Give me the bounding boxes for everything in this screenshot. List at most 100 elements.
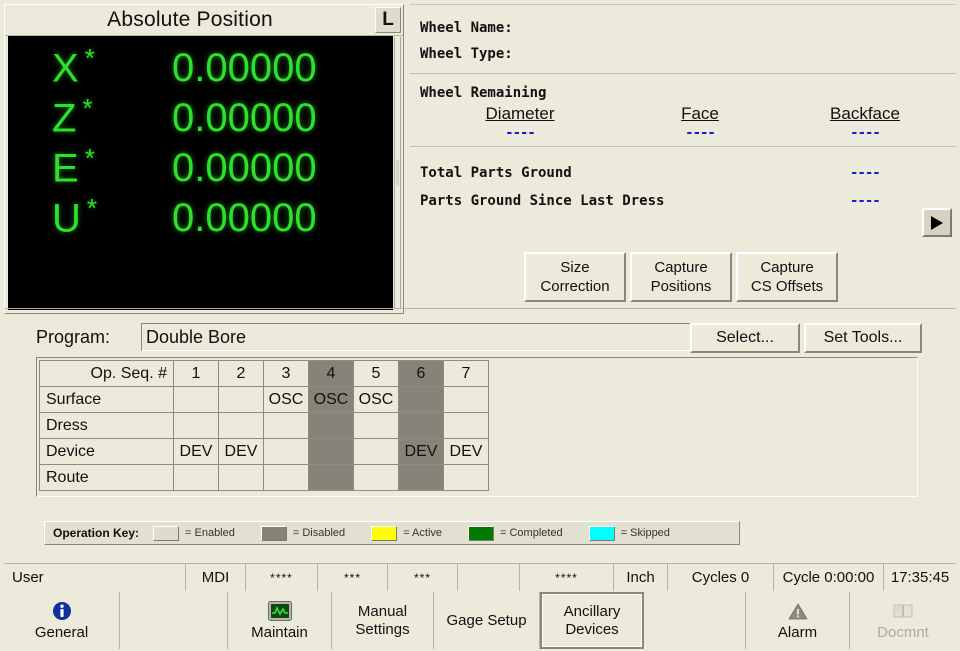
opseq-cell-surface-6[interactable] [398,386,444,413]
legend-swatch-disabled [260,525,287,541]
toolbar-maintain[interactable]: Maintain [228,592,332,649]
opseq-cell-dress-6[interactable] [398,412,444,439]
opseq-cell-device-4[interactable] [308,438,354,465]
opseq-cell-route-3[interactable] [263,464,309,491]
table-row: Dress [39,412,489,439]
toolbar-general[interactable]: General [4,592,120,649]
panel-splitter[interactable] [394,37,401,309]
opseq-cell-surface-4[interactable]: OSC [308,386,354,413]
wheel-remaining-block: Wheel Remaining Diameter Face Backface -… [410,74,956,147]
opseq-cell-route-5[interactable] [353,464,399,491]
opseq-cell-route-6[interactable] [398,464,444,491]
status-cycle-time: Cycle 0:00:00 [774,564,884,591]
status-field-3: *** [388,564,458,591]
opseq-cell-dress-2[interactable] [218,412,264,439]
size-correction-line2: Correction [540,278,610,295]
toolbar-alarm[interactable]: Alarm [746,592,850,649]
section-divider [4,308,956,309]
axis-row: Z * 0.00000 [8,86,393,140]
opseq-cell-device-2[interactable]: DEV [218,438,264,465]
status-clock: 17:35:45 [890,569,950,586]
table-row: Device DEV DEV DEV DEV [39,438,489,465]
opseq-cell-device-5[interactable] [353,438,399,465]
opseq-cell-surface-2[interactable] [218,386,264,413]
capture-cs-offsets-line2: CS Offsets [750,278,824,295]
remaining-value-diameter: ---- [505,125,536,141]
capture-cs-offsets-button[interactable]: Capture CS Offsets [736,252,838,302]
legend-label-completed: = Completed [500,527,563,539]
total-parts-ground-row: Total Parts Ground ---- [420,159,956,187]
operation-sequence-table: Op. Seq. # 1 2 3 4 5 6 7 Surface OSC OSC [39,360,489,491]
splitter-grip[interactable] [396,160,399,186]
opseq-cell-device-1[interactable]: DEV [173,438,219,465]
capture-button-row: Size Correction Capture Positions Captur… [524,252,838,302]
opseq-cell-surface-7[interactable] [443,386,489,413]
toolbar-manual-settings-label2: Settings [355,620,410,638]
select-button[interactable]: Select... [690,323,800,353]
opseq-column-header-6[interactable]: 6 [398,360,444,387]
axis-label: Z * [52,93,93,141]
opseq-corner-header: Op. Seq. # [39,360,174,387]
wheel-name-label: Wheel Name: [420,20,513,36]
opseq-cell-dress-7[interactable] [443,412,489,439]
parts-since-dress-row: Parts Ground Since Last Dress ---- [420,187,956,215]
status-units: Inch [614,564,668,591]
opseq-column-header-1[interactable]: 1 [173,360,219,387]
opseq-cell-device-3[interactable] [263,438,309,465]
legend-swatch-active [371,525,398,541]
status-field-1: **** [246,564,318,591]
play-triangle-icon[interactable] [922,208,952,237]
capture-positions-button[interactable]: Capture Positions [630,252,732,302]
page-title: Absolute Position [107,8,273,31]
opseq-cell-dress-1[interactable] [173,412,219,439]
bottom-toolbar: General Maintain Manual Settings Gage Se… [4,592,956,649]
opseq-cell-route-7[interactable] [443,464,489,491]
opseq-cell-surface-1[interactable] [173,386,219,413]
toolbar-ancillary-devices[interactable]: Ancillary Devices [540,592,644,649]
dro-screen: X * 0.00000 Z * 0.00000 E * 0.00000 U * 0.00… [8,36,393,310]
toolbar-manual-settings-label1: Manual [357,602,408,620]
status-field-5: **** [520,564,614,591]
mode-badge[interactable]: L [375,7,401,33]
toolbar-manual-settings[interactable]: Manual Settings [332,592,434,649]
toolbar-ancillary-devices-label1: Ancillary [563,602,621,620]
cnc-control-screen: Absolute Position L X * 0.00000 Z * 0.0000… [0,0,960,651]
legend-item-enabled: = Enabled [153,525,235,541]
program-row: Program: Double Bore Select... Set Tools… [36,323,954,355]
dro-title-bar: Absolute Position L [5,5,403,36]
opseq-column-header-7[interactable]: 7 [443,360,489,387]
axis-row: U * 0.00000 [8,186,393,240]
opseq-row-label-dress: Dress [39,412,174,439]
legend-swatch-enabled [153,525,180,541]
capture-cs-offsets-line1: Capture [760,259,814,276]
toolbar-general-label: General [34,623,89,641]
wheel-identity-block: Wheel Name: Wheel Type: [410,5,956,74]
status-field-2: *** [318,564,388,591]
table-header-row: Op. Seq. # 1 2 3 4 5 6 7 [39,360,489,387]
opseq-cell-surface-5[interactable]: OSC [353,386,399,413]
set-tools-button[interactable]: Set Tools... [804,323,922,353]
remaining-header-face: Face [681,104,719,123]
opseq-cell-route-2[interactable] [218,464,264,491]
opseq-column-header-5[interactable]: 5 [353,360,399,387]
legend-item-completed: = Completed [468,525,563,541]
toolbar-gage-setup[interactable]: Gage Setup [434,592,540,649]
legend-label-skipped: = Skipped [620,527,670,539]
legend-label-disabled: = Disabled [292,527,346,539]
program-name-input[interactable]: Double Bore [141,323,711,351]
opseq-cell-dress-3[interactable] [263,412,309,439]
opseq-cell-device-7[interactable]: DEV [443,438,489,465]
opseq-cell-route-1[interactable] [173,464,219,491]
opseq-column-header-3[interactable]: 3 [263,360,309,387]
toolbar-document: Docmnt [850,592,956,649]
operation-key-legend: Operation Key: = Enabled = Disabled = Ac… [44,521,740,545]
opseq-cell-route-4[interactable] [308,464,354,491]
opseq-cell-surface-3[interactable]: OSC [263,386,309,413]
opseq-cell-dress-5[interactable] [353,412,399,439]
opseq-column-header-4[interactable]: 4 [308,360,354,387]
opseq-cell-device-6[interactable]: DEV [398,438,444,465]
remaining-value-face: ---- [685,125,716,141]
opseq-cell-dress-4[interactable] [308,412,354,439]
size-correction-button[interactable]: Size Correction [524,252,626,302]
opseq-column-header-2[interactable]: 2 [218,360,264,387]
